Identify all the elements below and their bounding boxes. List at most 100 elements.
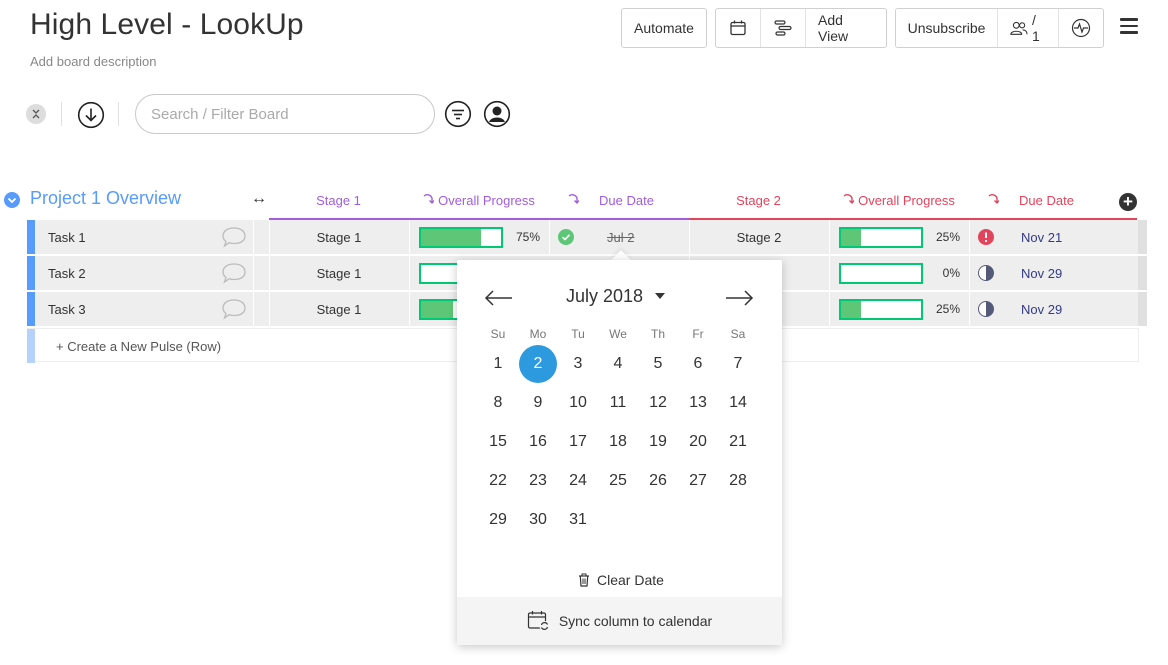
due2-cell[interactable]: Nov 29 — [969, 292, 1108, 326]
sync-label: Sync column to calendar — [558, 613, 713, 629]
members-button[interactable]: / 1 — [998, 9, 1059, 47]
row-name-cell[interactable]: Task 1 — [35, 220, 253, 254]
progress-percent: 25% — [935, 302, 960, 316]
progress1-cell[interactable]: 75% — [409, 220, 548, 254]
row-color-bar — [27, 329, 35, 363]
board-description[interactable]: Add board description — [30, 54, 156, 69]
progress-bar — [839, 263, 923, 284]
add-view-button[interactable]: Add View — [806, 9, 886, 47]
column-header-progress2[interactable]: Overall Progress — [829, 181, 968, 220]
calendar-day[interactable]: 5 — [639, 345, 677, 383]
next-month-arrow-icon[interactable] — [724, 284, 754, 315]
calendar-day[interactable]: 7 — [719, 345, 757, 383]
calendar-day[interactable]: 20 — [679, 423, 717, 461]
person-filter-icon[interactable] — [483, 100, 511, 128]
weekday-label: Mo — [529, 327, 547, 341]
weekday-label: We — [609, 327, 627, 341]
calendar-day[interactable]: 12 — [639, 384, 677, 422]
month-title[interactable]: July 2018 — [566, 286, 643, 307]
progress2-cell[interactable]: 25% — [829, 292, 968, 326]
calendar-day[interactable]: 14 — [719, 384, 757, 422]
progress-percent: 25% — [935, 230, 960, 244]
menu-hamburger-icon[interactable] — [1120, 18, 1138, 36]
calendar-day[interactable]: 24 — [559, 462, 597, 500]
filter-icon[interactable] — [444, 100, 472, 128]
row-name-cell[interactable]: Task 2 — [35, 256, 253, 290]
calendar-day[interactable]: 9 — [519, 384, 557, 422]
calendar-day[interactable]: 31 — [559, 501, 597, 539]
clear-date-button[interactable]: Clear Date — [577, 572, 664, 588]
due2-cell[interactable]: Nov 21 — [969, 220, 1108, 254]
group-collapse-icon[interactable] — [4, 192, 20, 208]
clear-date-label: Clear Date — [597, 572, 664, 588]
month-dropdown-caret-icon[interactable] — [655, 293, 665, 299]
calendar-day-selected[interactable]: 2 — [519, 345, 557, 383]
members-icon — [1010, 21, 1028, 35]
row-name: Task 2 — [48, 265, 86, 281]
stage1-cell[interactable]: Stage 1 — [269, 256, 408, 290]
calendar-day[interactable]: 22 — [479, 462, 517, 500]
updates-bubble-icon[interactable] — [221, 298, 247, 320]
calendar-day[interactable]: 10 — [559, 384, 597, 422]
calendar-day[interactable]: 16 — [519, 423, 557, 461]
calendar-day[interactable]: 6 — [679, 345, 717, 383]
calendar-day[interactable]: 28 — [719, 462, 757, 500]
board-title[interactable]: High Level - LookUp — [30, 8, 304, 42]
progress2-cell[interactable]: 0% — [829, 256, 968, 290]
views-toolbar: Add View — [715, 8, 887, 48]
due1-cell[interactable]: Jul 2 — [549, 220, 688, 254]
progress2-cell[interactable]: 25% — [829, 220, 968, 254]
calendar-day[interactable]: 21 — [719, 423, 757, 461]
calendar-day[interactable]: 27 — [679, 462, 717, 500]
column-header-progress1[interactable]: Overall Progress — [409, 181, 548, 220]
calendar-day[interactable]: 3 — [559, 345, 597, 383]
calendar-day[interactable]: 8 — [479, 384, 517, 422]
collapse-all-icon[interactable] — [26, 104, 46, 124]
column-header-label: Overall Progress — [438, 193, 535, 208]
calendar-day[interactable]: 23 — [519, 462, 557, 500]
calendar-day[interactable]: 13 — [679, 384, 717, 422]
column-header-stage2[interactable]: Stage 2 — [689, 181, 828, 220]
calendar-day[interactable]: 26 — [639, 462, 677, 500]
column-header-due1[interactable]: Due Date — [549, 181, 688, 220]
column-header-due2[interactable]: Due Date — [969, 181, 1108, 220]
search-input[interactable] — [135, 94, 435, 134]
prev-month-arrow-icon[interactable] — [484, 284, 514, 315]
calendar-day[interactable]: 17 — [559, 423, 597, 461]
stage1-cell[interactable]: Stage 1 — [269, 220, 408, 254]
toolbar-divider — [118, 102, 119, 126]
group-title[interactable]: Project 1 Overview — [30, 188, 181, 209]
calendar-day[interactable]: 11 — [599, 384, 637, 422]
calendar-day[interactable]: 29 — [479, 501, 517, 539]
stage1-cell[interactable]: Stage 1 — [269, 292, 408, 326]
half-progress-icon — [978, 301, 994, 317]
calendar-day[interactable]: 30 — [519, 501, 557, 539]
calendar-day[interactable]: 4 — [599, 345, 637, 383]
calendar-day[interactable]: 25 — [599, 462, 637, 500]
calendar-day[interactable]: 19 — [639, 423, 677, 461]
spacer-cell — [253, 220, 269, 254]
export-download-icon[interactable] — [77, 101, 105, 129]
weekday-label: Th — [650, 327, 665, 341]
column-resize-icon[interactable]: ↔ — [251, 190, 267, 208]
due2-cell[interactable]: Nov 29 — [969, 256, 1108, 290]
activity-button[interactable] — [1059, 9, 1103, 47]
column-header-stage1[interactable]: Stage 1 — [269, 181, 408, 220]
row-name-cell[interactable]: Task 3 — [35, 292, 253, 326]
timeline-view-button[interactable] — [761, 9, 806, 47]
updates-bubble-icon[interactable] — [221, 262, 247, 284]
automate-button[interactable]: Automate — [621, 8, 707, 48]
updates-bubble-icon[interactable] — [221, 226, 247, 248]
progress-bar-fill — [841, 229, 861, 246]
weekday-label: Fr — [692, 327, 704, 341]
table-row[interactable]: Task 1 Stage 1 75% Jul 2 Stage 2 25% Nov… — [27, 220, 1147, 254]
calendar-view-button[interactable] — [716, 9, 761, 47]
column-header-label: Due Date — [599, 193, 654, 208]
sync-to-calendar-button[interactable]: Sync column to calendar — [457, 597, 782, 645]
calendar-day[interactable]: 18 — [599, 423, 637, 461]
unsubscribe-button[interactable]: Unsubscribe — [896, 9, 998, 47]
stage2-cell[interactable]: Stage 2 — [689, 220, 828, 254]
calendar-day[interactable]: 15 — [479, 423, 517, 461]
add-column-icon[interactable]: + — [1119, 193, 1137, 211]
calendar-day[interactable]: 1 — [479, 345, 517, 383]
